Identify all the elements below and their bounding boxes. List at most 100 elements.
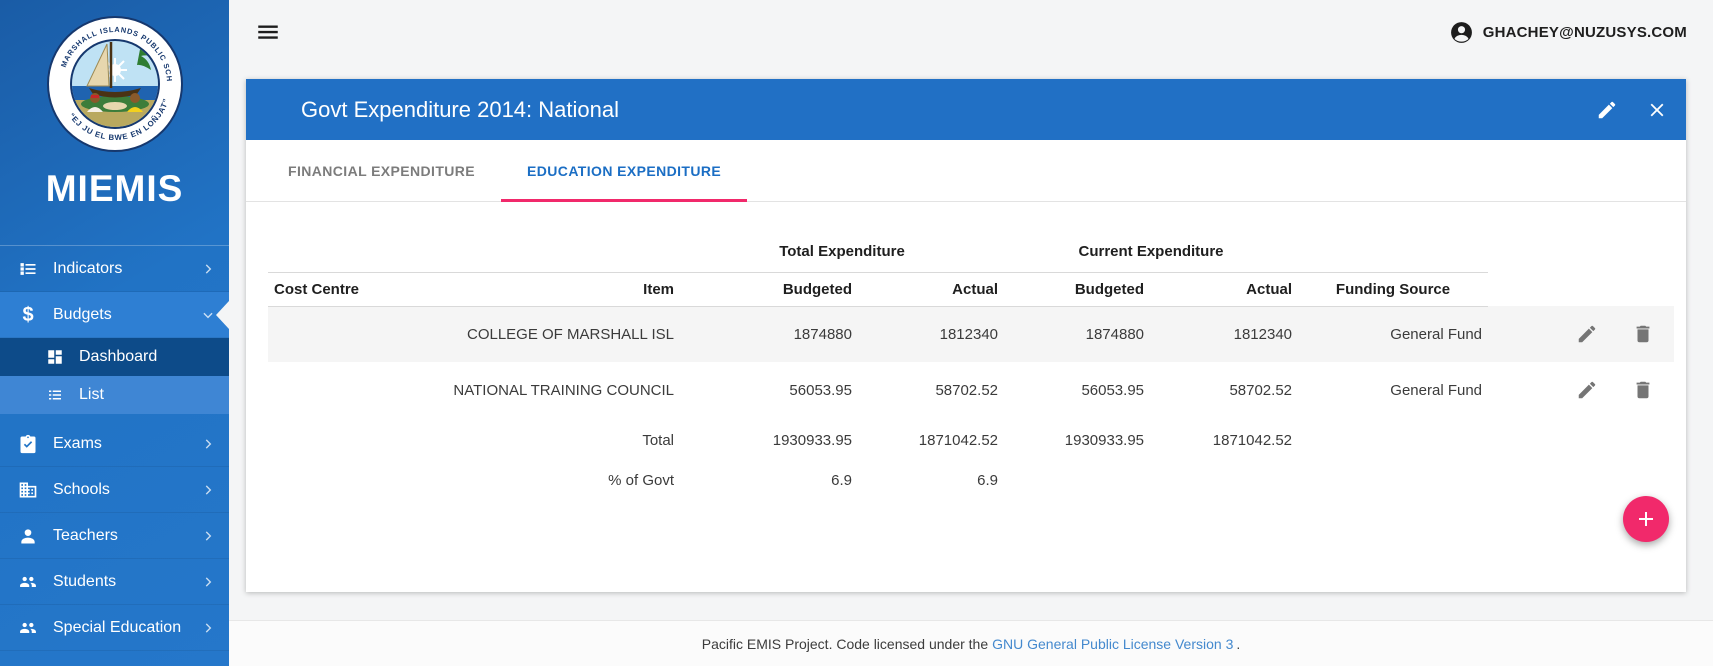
sidebar-item-indicators[interactable]: Indicators: [0, 246, 229, 292]
sidebar-item-label: Teachers: [53, 526, 118, 544]
cell-total-actual: 58702.52: [935, 381, 999, 399]
add-button[interactable]: [1623, 496, 1669, 542]
school-system-seal-logo: MARSHALL ISLANDS PUBLIC SCHOOL SYSTEM “E…: [0, 0, 229, 154]
row-delete-trash-icon[interactable]: [1632, 379, 1654, 401]
submenu-divider: [0, 414, 229, 421]
assignment-check-icon: [18, 434, 38, 454]
sidebar-item-students[interactable]: Students: [0, 559, 229, 605]
card-header: Govt Expenditure 2014: National: [246, 79, 1686, 140]
col-header-budgeted-current: Budgeted: [1004, 272, 1151, 307]
total-actual-current: 1871042.52: [1212, 431, 1293, 449]
chevron-right-icon: [201, 437, 215, 451]
sidebar-item-label: Special Education: [53, 618, 182, 636]
dashboard-icon: [46, 348, 64, 366]
group-header-current-expenditure: Current Expenditure: [1004, 232, 1299, 273]
table-header-row: Cost Centre Item Budgeted Actual Budgete…: [268, 272, 1674, 307]
footer-license-link[interactable]: GNU General Public License Version 3: [992, 636, 1233, 652]
user-menu[interactable]: GHACHEY@NUZUSYS.COM: [1449, 20, 1687, 45]
total-budgeted-current: 1930933.95: [1064, 431, 1145, 449]
chevron-right-icon: [201, 529, 215, 543]
col-header-funding-source: Funding Source: [1298, 272, 1489, 307]
chevron-down-icon: [201, 308, 215, 322]
page-footer: Pacific EMIS Project. Code licensed unde…: [229, 620, 1713, 666]
row-edit-pencil-icon[interactable]: [1576, 379, 1598, 401]
sidebar-subitem-label: List: [79, 386, 104, 403]
percent-label: % of Govt: [608, 471, 674, 489]
table-row: COLLEGE OF MARSHALL ISL 1874880 1812340 …: [268, 306, 1675, 362]
chevron-right-icon: [201, 483, 215, 497]
sidebar-subitem-label: Dashboard: [79, 348, 158, 365]
col-header-item: Item: [418, 272, 680, 307]
building-icon: [18, 480, 38, 500]
indicators-list-icon: [18, 259, 38, 279]
col-header-actual-current: Actual: [1150, 272, 1299, 307]
dollar-icon: $: [22, 303, 34, 326]
sidebar-item-schools[interactable]: Schools: [0, 467, 229, 513]
cell-funding-source: General Fund: [1390, 381, 1483, 399]
table-total-row: Total 1930933.95 1871042.52 1930933.95 1…: [268, 418, 1674, 462]
table-row: NATIONAL TRAINING COUNCIL 56053.95 58702…: [268, 362, 1674, 418]
people-icon: [18, 572, 38, 592]
cell-current-budgeted: 56053.95: [1081, 381, 1145, 399]
cell-item: COLLEGE OF MARSHALL ISL: [466, 325, 674, 343]
total-actual-total: 1871042.52: [918, 431, 999, 449]
total-budgeted-total: 1930933.95: [772, 431, 852, 449]
sidebar-item-label: Schools: [53, 480, 110, 498]
row-edit-pencil-icon[interactable]: [1576, 323, 1598, 345]
percent-budgeted: 6.9: [831, 471, 852, 489]
footer-text-suffix: .: [1236, 635, 1241, 652]
plus-icon: [1639, 512, 1653, 526]
table-percent-row: % of Govt 6.9 6.9: [268, 462, 1674, 498]
seal-logo-graphic: MARSHALL ISLANDS PUBLIC SCHOOL SYSTEM “E…: [45, 14, 183, 152]
col-header-budgeted-total: Budgeted: [680, 272, 858, 307]
cell-cost-centre: [268, 306, 418, 362]
cell-current-actual: 58702.52: [1229, 381, 1293, 399]
account-circle-icon: [1450, 21, 1472, 43]
close-icon[interactable]: [1646, 99, 1668, 121]
sidebar-menu: Indicators $ Budgets Dashboard List Exam…: [0, 245, 229, 651]
hamburger-menu-icon[interactable]: [255, 19, 281, 45]
sidebar-item-label: Students: [53, 572, 117, 590]
percent-actual: 6.9: [977, 471, 999, 489]
cell-item: NATIONAL TRAINING COUNCIL: [453, 381, 674, 399]
list-icon: [46, 386, 64, 404]
people-icon: [18, 618, 38, 638]
top-bar: GHACHEY@NUZUSYS.COM: [229, 0, 1713, 64]
sidebar-item-exams[interactable]: Exams: [0, 421, 229, 467]
user-email: GHACHEY@NUZUSYS.COM: [1482, 23, 1687, 41]
cell-cost-centre: [268, 362, 418, 418]
table-group-header-row: Total Expenditure Current Expenditure: [268, 232, 1674, 273]
sidebar-item-special-education[interactable]: Special Education: [0, 605, 229, 651]
tab-bar: FINANCIAL EXPENDITURE EDUCATION EXPENDIT…: [246, 140, 1686, 202]
col-header-cost-centre: Cost Centre: [268, 272, 418, 307]
tab-financial-expenditure[interactable]: FINANCIAL EXPENDITURE: [262, 140, 501, 201]
col-header-actual-total: Actual: [858, 272, 1005, 307]
cell-funding-source: General Fund: [1390, 325, 1483, 343]
footer-text: Pacific EMIS Project. Code licensed unde…: [701, 635, 989, 652]
sidebar-item-budgets[interactable]: $ Budgets: [0, 292, 229, 338]
person-icon: [18, 526, 38, 546]
expenditure-table: Total Expenditure Current Expenditure Co…: [268, 232, 1675, 498]
cell-current-budgeted: 1874880: [1085, 325, 1145, 343]
sidebar: MARSHALL ISLANDS PUBLIC SCHOOL SYSTEM “E…: [0, 0, 229, 666]
govt-expenditure-card: Govt Expenditure 2014: National FINANCIA…: [246, 79, 1686, 592]
chevron-right-icon: [201, 262, 215, 276]
sidebar-subitem-list[interactable]: List: [0, 376, 229, 414]
app-title: MIEMIS: [45, 168, 184, 209]
chevron-right-icon: [201, 621, 215, 635]
edit-pencil-icon[interactable]: [1596, 99, 1618, 121]
chevron-right-icon: [201, 575, 215, 589]
cell-total-actual: 1812340: [939, 325, 999, 343]
group-header-total-expenditure: Total Expenditure: [680, 232, 1005, 273]
sidebar-item-teachers[interactable]: Teachers: [0, 513, 229, 559]
cell-total-budgeted: 56053.95: [789, 381, 852, 399]
total-label: Total: [642, 431, 674, 449]
cell-current-actual: 1812340: [1233, 325, 1293, 343]
sidebar-item-label: Exams: [53, 434, 102, 452]
row-delete-trash-icon[interactable]: [1632, 323, 1654, 345]
sidebar-subitem-dashboard[interactable]: Dashboard: [0, 338, 229, 376]
cell-total-budgeted: 1874880: [793, 325, 852, 343]
card-title: Govt Expenditure 2014: National: [301, 96, 619, 122]
sidebar-item-label: Budgets: [53, 305, 112, 323]
tab-education-expenditure[interactable]: EDUCATION EXPENDITURE: [501, 140, 748, 202]
